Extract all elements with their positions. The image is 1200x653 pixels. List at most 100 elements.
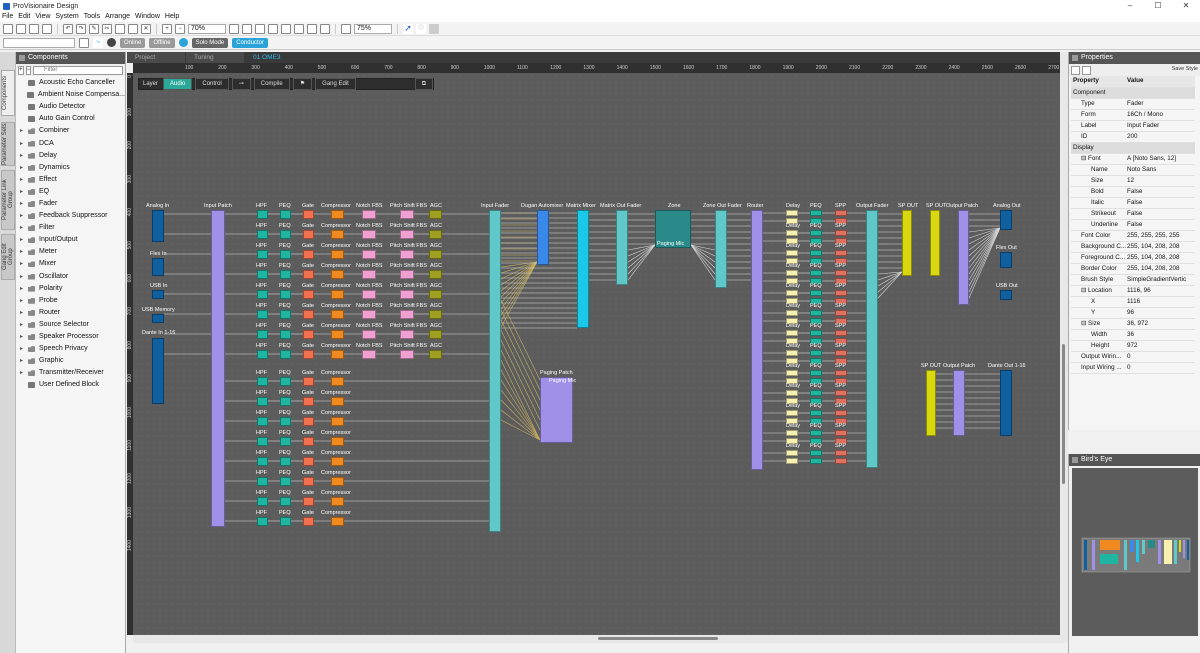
delay-block-a[interactable]	[786, 230, 798, 236]
wire[interactable]	[500, 399, 541, 441]
wire[interactable]	[500, 261, 538, 286]
property-row[interactable]: Height 972	[1071, 340, 1195, 352]
property-row[interactable]: X 1116	[1071, 296, 1195, 308]
component-item[interactable]: ▸ Fader	[16, 198, 125, 210]
property-value[interactable]: 0	[1127, 351, 1195, 363]
expand-arrow-icon[interactable]: ▸	[20, 138, 28, 150]
matrix-out-fader-block[interactable]	[616, 210, 628, 285]
pitch-shift-block[interactable]	[400, 330, 414, 339]
distribute-icon[interactable]	[307, 23, 317, 34]
component-item[interactable]: ▸ Mixer	[16, 258, 125, 270]
property-value[interactable]: 96	[1127, 307, 1195, 319]
component-item[interactable]: Auto Gain Control	[16, 113, 125, 125]
property-value[interactable]: False	[1127, 197, 1195, 209]
peq-out-block[interactable]	[810, 290, 822, 296]
notch-fbs-block[interactable]	[362, 230, 376, 239]
property-value[interactable]: 36	[1127, 329, 1195, 341]
compressor-block[interactable]	[331, 290, 344, 299]
save-style-button[interactable]: Save Style	[1172, 66, 1198, 72]
delay-block-a[interactable]	[786, 290, 798, 296]
expand-arrow-icon[interactable]: ▸	[20, 246, 28, 258]
conductor-button[interactable]: Conductor	[232, 37, 268, 48]
peq-out-block[interactable]	[810, 450, 822, 456]
expand-arrow-icon[interactable]: ▸	[20, 186, 28, 198]
peq-block[interactable]	[280, 330, 291, 339]
zone-out-fader-block[interactable]	[715, 210, 727, 288]
property-row[interactable]: Output Wirin... 0	[1071, 351, 1195, 363]
component-item[interactable]: ▸ Speech Privacy	[16, 343, 125, 355]
pitch-shift-block[interactable]	[400, 350, 414, 359]
spp-block[interactable]	[835, 390, 847, 396]
peq-block[interactable]	[280, 517, 291, 526]
peq-block[interactable]	[280, 210, 291, 219]
gate-block[interactable]	[303, 250, 314, 259]
device-combo[interactable]	[3, 37, 75, 48]
hpf-block[interactable]	[257, 350, 268, 359]
zoom-in-icon[interactable]: +	[162, 23, 172, 34]
stop-icon[interactable]	[429, 23, 439, 34]
component-item[interactable]: ▸ Dynamics	[16, 162, 125, 174]
close-icon[interactable]: ✕	[1172, 0, 1200, 12]
hpf-block[interactable]	[257, 417, 268, 426]
menu-tools[interactable]: Tools	[84, 12, 100, 22]
zoom-select[interactable]: 70%	[188, 23, 226, 34]
side-tab-2[interactable]: Parameter Link Group	[1, 170, 15, 230]
menu-edit[interactable]: Edit	[18, 12, 30, 22]
property-value[interactable]: 1116	[1127, 296, 1195, 308]
hpf-block[interactable]	[257, 330, 268, 339]
delay-block-a[interactable]	[786, 330, 798, 336]
hpf-block[interactable]	[257, 457, 268, 466]
delay-block-a[interactable]	[786, 390, 798, 396]
router-block[interactable]	[751, 210, 763, 470]
component-item[interactable]: ▸ EQ	[16, 186, 125, 198]
design-tab-0[interactable]: Project	[127, 52, 185, 63]
component-item[interactable]: ▸ Delay	[16, 150, 125, 162]
wire[interactable]	[500, 299, 541, 381]
output-patch-block-2[interactable]	[953, 370, 965, 436]
component-item[interactable]: Ambient Noise Compensa...	[16, 89, 125, 101]
minimize-icon[interactable]: –	[1116, 0, 1144, 12]
component-item[interactable]: ▸ Oscillator	[16, 271, 125, 283]
property-value[interactable]: 255, 104, 208, 208	[1127, 263, 1195, 275]
gate-block[interactable]	[303, 377, 314, 386]
gate-block[interactable]	[303, 290, 314, 299]
wire[interactable]	[968, 227, 1001, 257]
wire-icon[interactable]: ⤷	[93, 37, 103, 48]
component-item[interactable]: ▸ Meter	[16, 246, 125, 258]
vertical-scrollbar[interactable]	[1060, 52, 1068, 643]
solo-mode-button[interactable]: Solo Mode	[191, 37, 229, 48]
expand-arrow-icon[interactable]: ▸	[20, 295, 28, 307]
expand-arrow-icon[interactable]: ▸	[20, 198, 28, 210]
wire[interactable]	[968, 227, 1001, 275]
peq-out-block[interactable]	[810, 210, 822, 216]
property-row[interactable]: Label Input Fader	[1071, 120, 1195, 132]
gate-block[interactable]	[303, 270, 314, 279]
wire[interactable]	[627, 244, 656, 269]
input-patch-block[interactable]	[211, 210, 225, 527]
gate-block[interactable]	[303, 437, 314, 446]
agc-block[interactable]	[429, 210, 442, 219]
property-row[interactable]: ⊟ Location 1116, 96	[1071, 285, 1195, 297]
agc-block[interactable]	[429, 290, 442, 299]
compressor-block[interactable]	[331, 477, 344, 486]
hpf-block[interactable]	[257, 477, 268, 486]
usb-out-block[interactable]	[1000, 290, 1012, 300]
delay-block-a[interactable]	[786, 410, 798, 416]
component-item[interactable]: ▸ Filter	[16, 222, 125, 234]
gang-edit-button[interactable]: Gang Edit	[315, 78, 356, 90]
compressor-block[interactable]	[331, 330, 344, 339]
property-row[interactable]: Font Color 255, 255, 255, 255	[1071, 230, 1195, 242]
pitch-shift-block[interactable]	[400, 290, 414, 299]
gate-block[interactable]	[303, 230, 314, 239]
wire[interactable]	[500, 319, 541, 401]
peq-block[interactable]	[280, 310, 291, 319]
design-canvas[interactable]: Analog In Flex In USB In USB Memory Dante In…	[133, 73, 1060, 635]
notch-fbs-block[interactable]	[362, 250, 376, 259]
wire[interactable]	[500, 379, 541, 441]
font-color-icon[interactable]	[341, 23, 351, 34]
sp-out-block[interactable]	[902, 210, 912, 276]
birds-eye-view[interactable]	[1072, 468, 1198, 636]
design-tab-1[interactable]: Tuning	[186, 52, 244, 63]
component-item[interactable]: ▸ Combiner	[16, 125, 125, 137]
compressor-block[interactable]	[331, 310, 344, 319]
